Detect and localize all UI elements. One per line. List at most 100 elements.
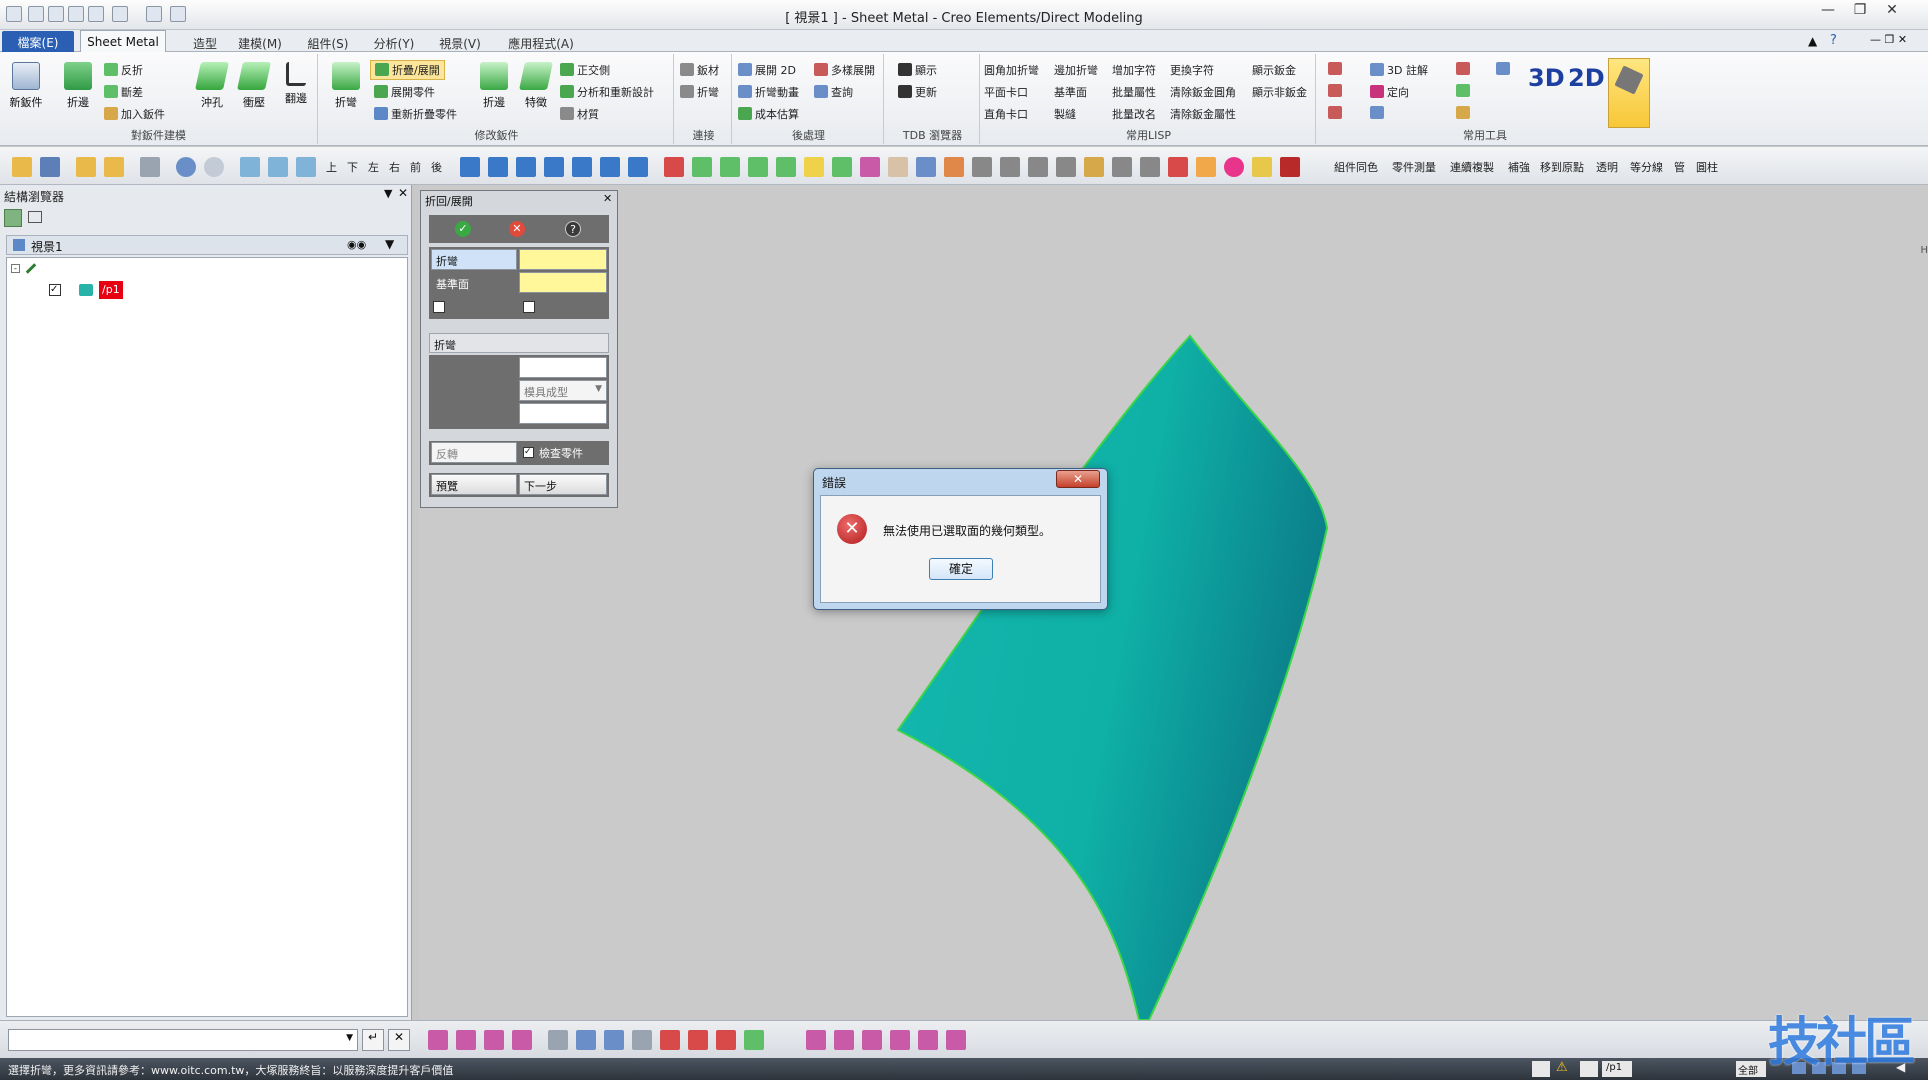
ribbon-collapse-icon[interactable]: ▲ [1808, 34, 1817, 48]
next-button[interactable]: 下一步 [519, 474, 607, 495]
view-right[interactable]: 右 [389, 159, 400, 175]
cylinder-button[interactable]: 圓柱 [1696, 159, 1718, 175]
filter-5-icon[interactable] [918, 1030, 938, 1050]
dialog-close-icon[interactable]: ✕ [603, 192, 612, 205]
view-front[interactable]: 前 [410, 159, 421, 175]
filter-1-icon[interactable] [806, 1030, 826, 1050]
line-4-icon[interactable] [744, 1030, 764, 1050]
tab-sheet-metal[interactable]: Sheet Metal [80, 30, 166, 53]
tab-view[interactable]: 視景(V) [432, 33, 488, 52]
close-window-button[interactable]: ✕ [1878, 2, 1906, 22]
3d-viewport[interactable]: H [419, 185, 1928, 1020]
snap-4-icon[interactable] [512, 1030, 532, 1050]
pipe-button[interactable]: 管 [1674, 159, 1685, 175]
part-node-p1[interactable]: /p1 [99, 281, 123, 299]
bend-param-input[interactable] [519, 357, 607, 378]
reinforce-button[interactable]: 補強 [1508, 159, 1530, 175]
bisector-button[interactable]: 等分線 [1630, 159, 1663, 175]
orthogonal-side-button[interactable]: 正交側 [560, 62, 610, 78]
help-dialog-icon[interactable]: ? [565, 221, 581, 237]
tree-expand-icon[interactable]: - [11, 264, 20, 273]
printer-icon[interactable] [140, 157, 160, 177]
add-sheet-button[interactable]: 加入鈑件 [104, 106, 165, 122]
bend-connect-button[interactable]: 折彎 [680, 84, 719, 100]
unfold-2d-button[interactable]: 展開 2D [738, 62, 796, 78]
seam-button[interactable]: 製縫 [1054, 106, 1076, 122]
file-menu[interactable]: 檔案(E) [2, 31, 74, 52]
box-icon[interactable] [916, 157, 936, 177]
restore-button[interactable]: ❐ [1846, 2, 1874, 22]
base-field-input[interactable] [519, 272, 607, 293]
dim4-icon[interactable] [776, 157, 796, 177]
tdb-show-button[interactable]: 顯示 [898, 62, 937, 78]
undo-toolbar-icon[interactable] [176, 157, 196, 177]
continuous-copy-button[interactable]: 連續複製 [1450, 159, 1494, 175]
open-icon[interactable] [12, 157, 32, 177]
status-box2-icon[interactable] [1580, 1061, 1598, 1077]
batch-rename-button[interactable]: 批量改名 [1112, 106, 1156, 122]
multi-unfold-button[interactable]: 多樣展開 [814, 62, 875, 78]
snap-1-icon[interactable] [428, 1030, 448, 1050]
measure-2-icon[interactable] [576, 1030, 596, 1050]
filter-3-icon[interactable] [862, 1030, 882, 1050]
sheet-tool-button[interactable] [1608, 58, 1650, 128]
save-toolbar-icon[interactable] [40, 157, 60, 177]
option-checkbox-1[interactable] [433, 301, 445, 313]
show-non-sheet-button[interactable]: 顯示非鈑金 [1252, 84, 1307, 100]
fit-view-icon[interactable] [240, 157, 260, 177]
confirm-icon[interactable]: ✓ [455, 221, 471, 237]
bmp-icon[interactable] [1280, 157, 1300, 177]
clear-sheet-attr-button[interactable]: 清除鈑金屬性 [1170, 106, 1236, 122]
display-icon[interactable] [972, 157, 992, 177]
transform-icon[interactable] [1168, 157, 1188, 177]
line-1-icon[interactable] [660, 1030, 680, 1050]
stamp-button[interactable]: 衝壓 [234, 60, 274, 110]
copy-icon[interactable] [1056, 157, 1076, 177]
filter-2-icon[interactable] [834, 1030, 854, 1050]
tool-line-icon[interactable] [1328, 62, 1345, 76]
view-top[interactable]: 上 [326, 159, 337, 175]
tab-applications[interactable]: 應用程式(A) [498, 33, 584, 52]
pan-icon[interactable] [296, 157, 316, 177]
pin-icon[interactable]: ▼ [384, 187, 392, 200]
root-node-icon[interactable] [25, 263, 37, 274]
3d-annotation-button[interactable]: 3D 註解 [1370, 62, 1428, 78]
batch-attr-button[interactable]: 批量屬性 [1112, 84, 1156, 100]
bend-method-select[interactable]: 模具成型 ▼ [519, 380, 607, 401]
view-bottom[interactable]: 下 [347, 159, 358, 175]
flange-up-button[interactable]: 翻邊 [276, 60, 316, 106]
tool-blue-icon[interactable] [1370, 106, 1387, 120]
bend-button[interactable]: 折彎 [326, 60, 366, 110]
edge-bend-button[interactable]: 邊加折彎 [1054, 62, 1098, 78]
status-part[interactable]: /p1 [1602, 1061, 1632, 1077]
refold-part-button[interactable]: 重新折疊零件 [374, 106, 457, 122]
line-3-icon[interactable] [716, 1030, 736, 1050]
load-2d-icon[interactable] [104, 157, 124, 177]
fillet-bend-button[interactable]: 圓角加折彎 [984, 62, 1039, 78]
binoculars-icon[interactable]: ◉◉ [347, 238, 366, 251]
part-measure-button[interactable]: 零件測量 [1392, 159, 1436, 175]
replace-char-button[interactable]: 更換字符 [1170, 62, 1214, 78]
calculator-icon[interactable] [1496, 62, 1513, 76]
face-icon[interactable] [832, 157, 852, 177]
show-sheet-button[interactable]: 顯示鈑金 [1252, 62, 1296, 78]
ruler-icon[interactable] [1252, 157, 1272, 177]
highlight-icon[interactable] [804, 157, 824, 177]
cube-icon[interactable] [460, 157, 480, 177]
bend-animation-button[interactable]: 折彎動畫 [738, 84, 799, 100]
tool-green-icon[interactable] [1456, 84, 1473, 98]
tool-mirror-icon[interactable] [1328, 106, 1345, 120]
measure-icon[interactable] [664, 157, 684, 177]
browser-tree-tab-icon[interactable] [4, 209, 22, 227]
cancel-icon[interactable]: ✕ [509, 221, 525, 237]
hem-button[interactable]: 反折 [104, 62, 143, 78]
line-2-icon[interactable] [688, 1030, 708, 1050]
measure-4-icon[interactable] [632, 1030, 652, 1050]
cost-estimate-button[interactable]: 成本估算 [738, 106, 799, 122]
tool-red-icon[interactable] [1456, 62, 1473, 76]
add-char-button[interactable]: 增加字符 [1112, 62, 1156, 78]
material-button[interactable]: 材質 [560, 106, 599, 122]
cube-shaded-icon[interactable] [488, 157, 508, 177]
punch-button[interactable]: 沖孔 [192, 60, 232, 110]
move-to-origin-button[interactable]: 移到原點 [1540, 159, 1584, 175]
